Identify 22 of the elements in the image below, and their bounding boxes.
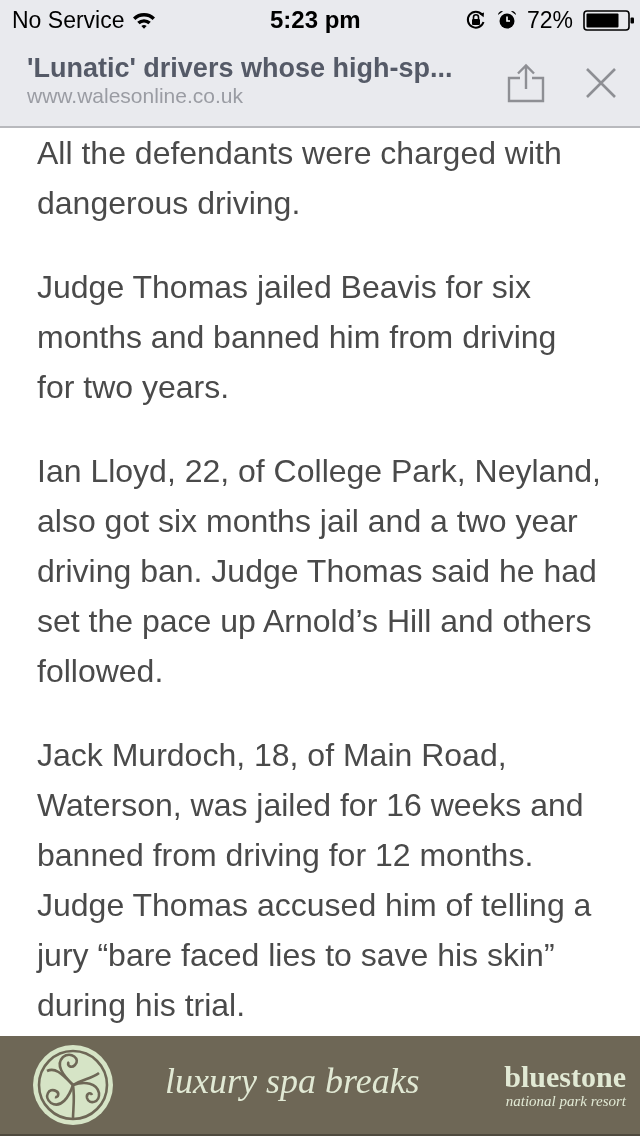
article-paragraph: Jack Murdoch, 18, of Main Road, Waterson, was jailed for 16 weeks and banned from driving for 12 months. Judge Thomas accused him of telling a jury “bare faced lies to save his skin” during his trial. bbox=[37, 736, 593, 1025]
article-paragraph: Judge Thomas jailed Beavis for six months and banned him from driving for two years. bbox=[37, 268, 558, 407]
close-icon bbox=[585, 67, 617, 99]
battery-icon bbox=[583, 9, 635, 31]
ad-banner[interactable]: luxury spa breaks bluestone national park resort bbox=[0, 1036, 640, 1136]
rotation-lock-icon bbox=[464, 9, 487, 31]
spiral-logo-icon bbox=[33, 1045, 113, 1125]
carrier-label: No Service bbox=[12, 8, 125, 32]
article-paragraph: All the defendants were charged with dangerous driving. bbox=[37, 134, 563, 223]
article-paragraph: Ian Lloyd, 22, of College Park, Neyland, also got six months jail and a two year driving ban. Judge Thomas said he had set the pace up Arnold’s Hill and others followed. bbox=[37, 452, 602, 691]
page-title: 'Lunatic' drivers whose high-sp... bbox=[27, 52, 454, 84]
ad-brand-subtitle: national park resort bbox=[505, 1093, 626, 1109]
close-button[interactable] bbox=[584, 66, 618, 100]
wifi-icon bbox=[132, 11, 157, 29]
share-button[interactable] bbox=[506, 62, 546, 104]
page-url: www.walesonline.co.uk bbox=[27, 84, 244, 108]
ad-brand-name: bluestone bbox=[504, 1061, 626, 1093]
clock-time: 5:23 pm bbox=[270, 8, 361, 32]
share-icon bbox=[507, 63, 545, 103]
alarm-clock-icon bbox=[496, 10, 517, 30]
battery-percent: 72% bbox=[526, 8, 573, 32]
ad-tagline: luxury spa breaks bbox=[165, 1063, 420, 1103]
